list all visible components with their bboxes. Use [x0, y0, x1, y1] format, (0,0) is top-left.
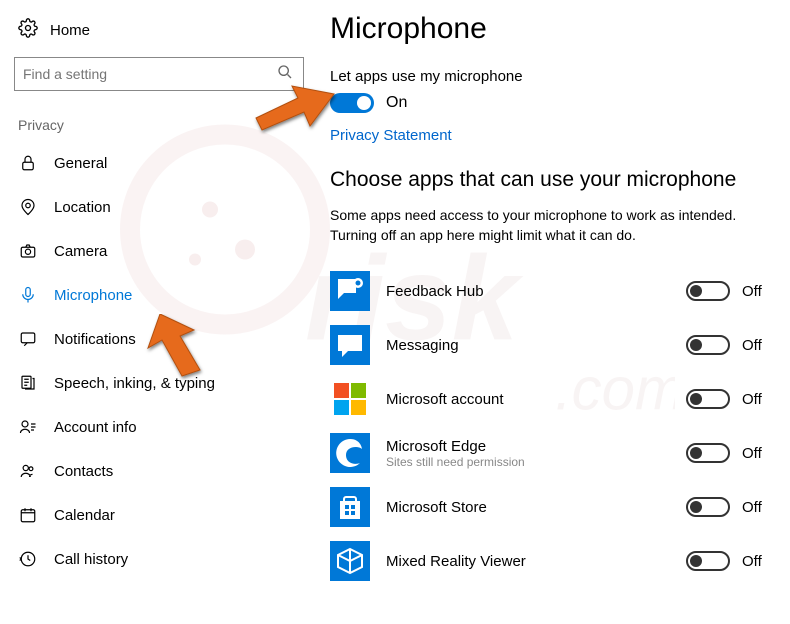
- app-name: Microsoft Edge: [386, 438, 686, 455]
- app-toggle-label: Off: [742, 445, 772, 462]
- feedback-hub-icon: [330, 271, 370, 311]
- app-toggle[interactable]: [686, 335, 730, 355]
- app-name: Messaging: [386, 337, 686, 354]
- sidebar-item-callhistory[interactable]: Call history: [14, 537, 310, 581]
- toggle-on-label: On: [386, 94, 407, 112]
- sidebar-item-notifications[interactable]: Notifications: [14, 317, 310, 361]
- sidebar-item-contacts[interactable]: Contacts: [14, 449, 310, 493]
- speech-icon: [18, 373, 38, 393]
- app-name: Microsoft account: [386, 391, 686, 408]
- microsoft-account-icon: [330, 379, 370, 419]
- sidebar-item-label: Camera: [54, 243, 107, 260]
- app-name: Microsoft Store: [386, 499, 686, 516]
- location-icon: [18, 197, 38, 217]
- account-icon: [18, 417, 38, 437]
- edge-icon: [330, 433, 370, 473]
- sidebar-item-location[interactable]: Location: [14, 185, 310, 229]
- sidebar-item-label: Speech, inking, & typing: [54, 375, 215, 392]
- app-row-mixed-reality: Mixed Reality Viewer Off: [330, 535, 772, 587]
- sidebar-item-microphone[interactable]: Microphone: [14, 273, 310, 317]
- mixed-reality-icon: [330, 541, 370, 581]
- app-toggle-label: Off: [742, 391, 772, 408]
- calendar-icon: [18, 505, 38, 525]
- app-row-messaging: Messaging Off: [330, 319, 772, 371]
- contacts-icon: [18, 461, 38, 481]
- app-toggle-label: Off: [742, 283, 772, 300]
- home-button[interactable]: Home: [14, 12, 310, 57]
- sidebar-item-label: Contacts: [54, 463, 113, 480]
- app-row-feedback-hub: Feedback Hub Off: [330, 265, 772, 317]
- gear-icon: [18, 18, 38, 43]
- search-input[interactable]: [14, 57, 304, 91]
- sidebar-section-privacy: Privacy: [18, 117, 310, 133]
- app-name: Feedback Hub: [386, 283, 686, 300]
- search-icon: [277, 64, 293, 85]
- app-toggle-label: Off: [742, 337, 772, 354]
- microphone-icon: [18, 285, 38, 305]
- app-name: Mixed Reality Viewer: [386, 553, 686, 570]
- lock-icon: [18, 153, 38, 173]
- store-icon: [330, 487, 370, 527]
- sidebar-item-label: Microphone: [54, 287, 132, 304]
- sidebar-item-label: Call history: [54, 551, 128, 568]
- app-toggle-label: Off: [742, 553, 772, 570]
- sidebar-item-label: General: [54, 155, 107, 172]
- sidebar-item-general[interactable]: General: [14, 141, 310, 185]
- sidebar-item-speech[interactable]: Speech, inking, & typing: [14, 361, 310, 405]
- messaging-icon: [330, 325, 370, 365]
- page-title: Microphone: [330, 12, 772, 46]
- app-toggle[interactable]: [686, 551, 730, 571]
- privacy-statement-link[interactable]: Privacy Statement: [330, 127, 452, 144]
- app-toggle[interactable]: [686, 443, 730, 463]
- app-row-microsoft-store: Microsoft Store Off: [330, 481, 772, 533]
- search-field[interactable]: [23, 66, 277, 82]
- allow-apps-toggle[interactable]: [330, 93, 374, 113]
- sidebar-item-camera[interactable]: Camera: [14, 229, 310, 273]
- app-toggle-label: Off: [742, 499, 772, 516]
- sidebar-item-label: Notifications: [54, 331, 136, 348]
- sidebar-item-label: Location: [54, 199, 111, 216]
- app-sub: Sites still need permission: [386, 455, 686, 469]
- sidebar-item-label: Account info: [54, 419, 137, 436]
- app-toggle[interactable]: [686, 281, 730, 301]
- sidebar-item-label: Calendar: [54, 507, 115, 524]
- allow-apps-label: Let apps use my microphone: [330, 68, 772, 85]
- camera-icon: [18, 241, 38, 261]
- choose-apps-heading: Choose apps that can use your microphone: [330, 168, 772, 192]
- sidebar-item-calendar[interactable]: Calendar: [14, 493, 310, 537]
- app-row-microsoft-account: Microsoft account Off: [330, 373, 772, 425]
- app-row-microsoft-edge: Microsoft EdgeSites still need permissio…: [330, 427, 772, 479]
- sidebar-item-account[interactable]: Account info: [14, 405, 310, 449]
- home-label: Home: [50, 22, 90, 39]
- notifications-icon: [18, 329, 38, 349]
- history-icon: [18, 549, 38, 569]
- choose-apps-desc: Some apps need access to your microphone…: [330, 206, 772, 245]
- app-toggle[interactable]: [686, 389, 730, 409]
- app-toggle[interactable]: [686, 497, 730, 517]
